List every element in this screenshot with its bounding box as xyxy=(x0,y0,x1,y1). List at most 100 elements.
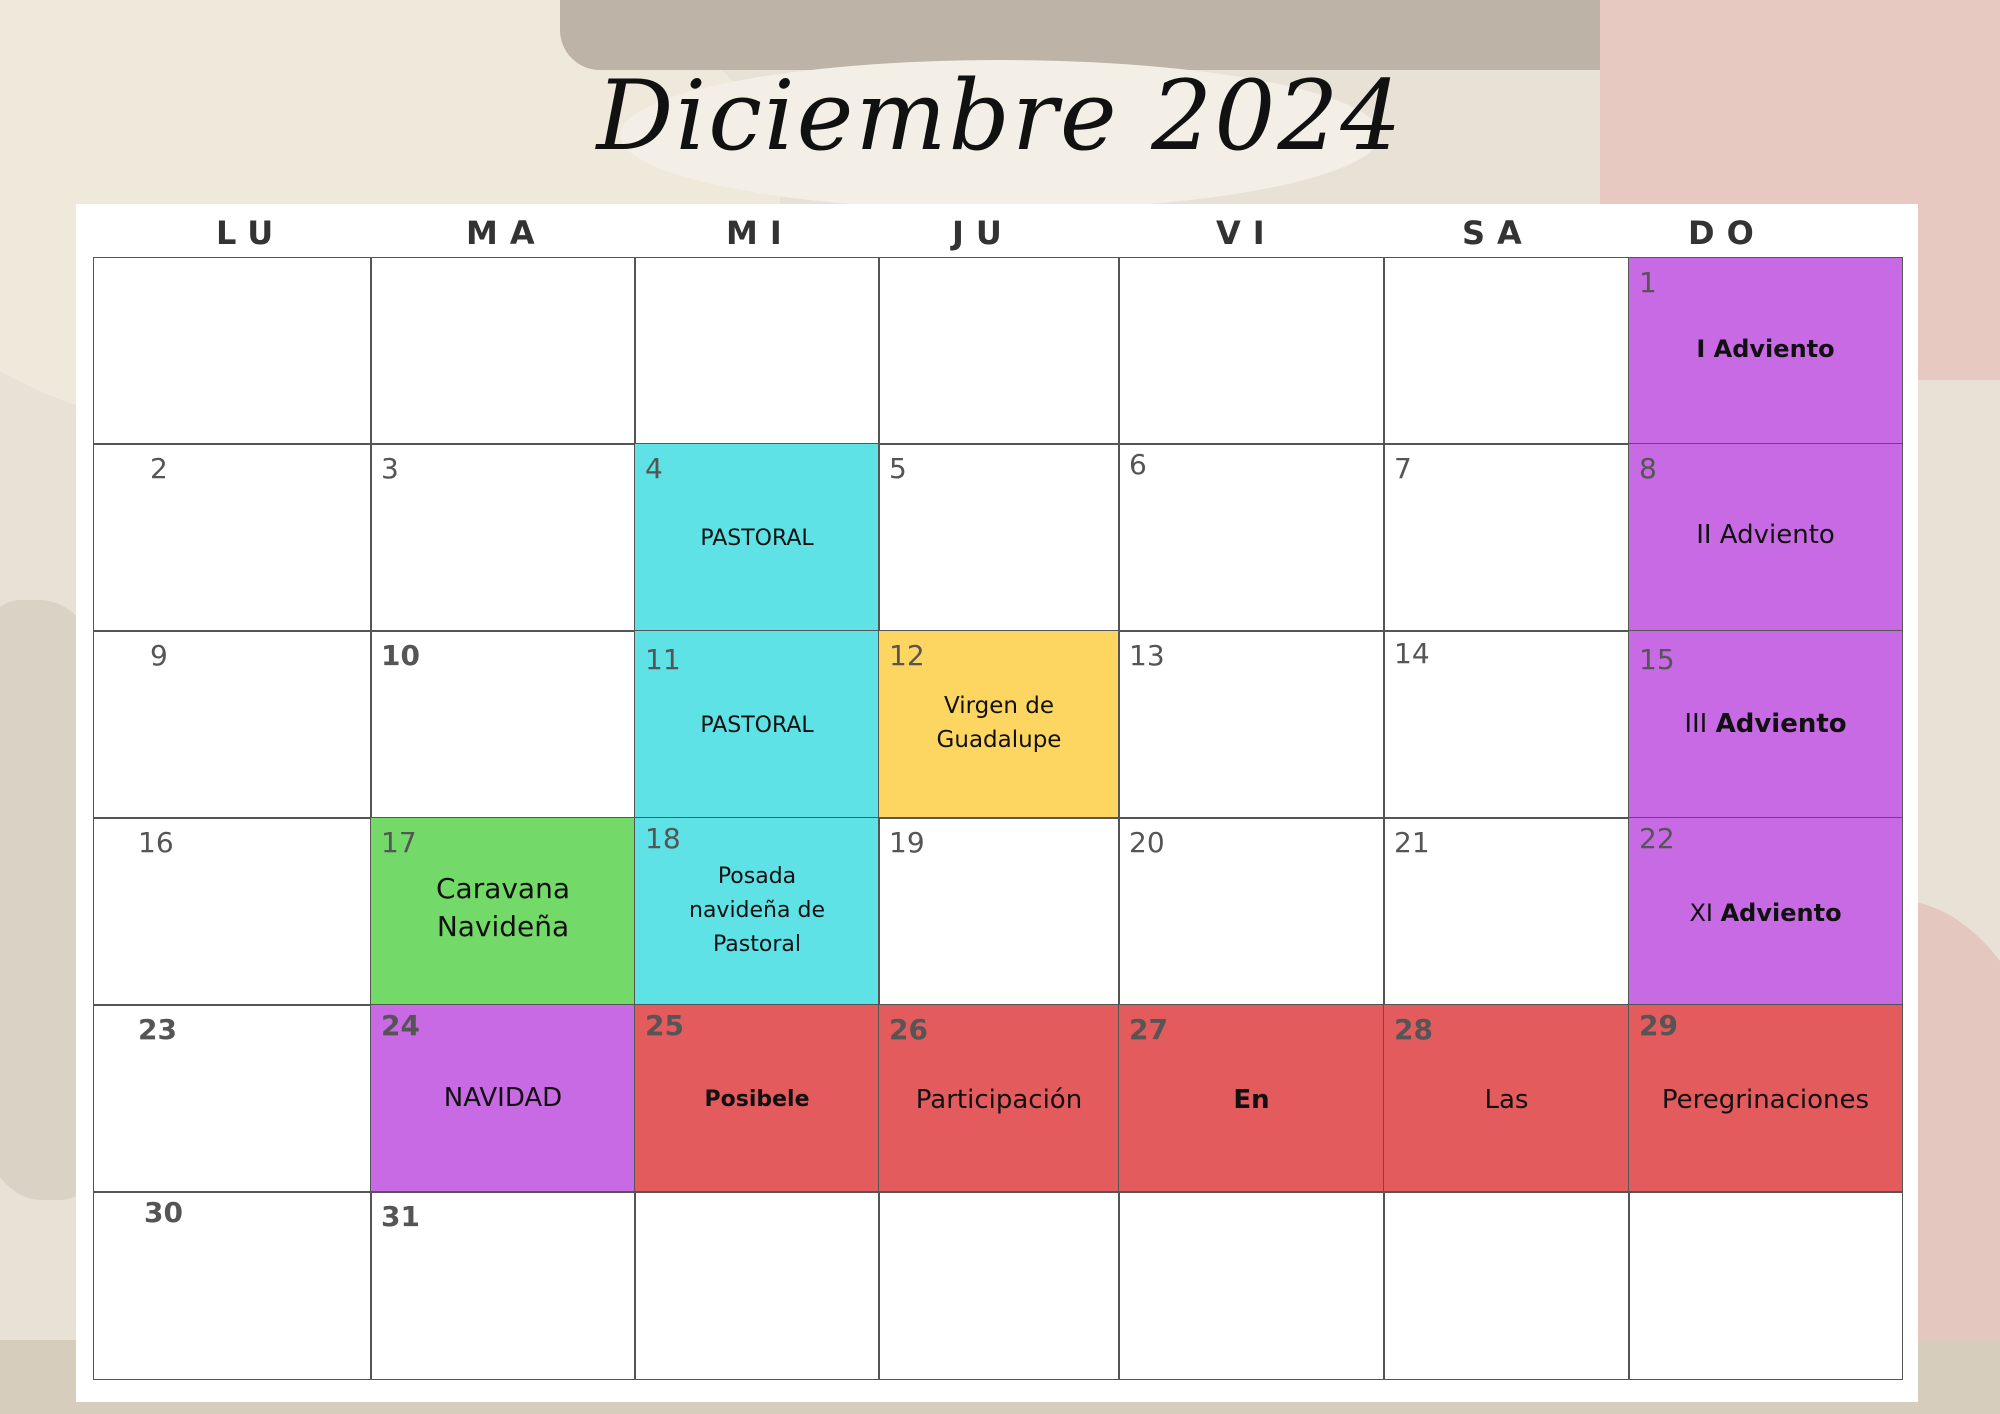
event-label: Posibele xyxy=(704,1087,810,1112)
weekday-friday: VI xyxy=(1216,214,1277,252)
day-number: 6 xyxy=(1129,448,1147,481)
day-number: 28 xyxy=(1394,1013,1433,1046)
day-cell-empty xyxy=(1118,1191,1385,1380)
day-cell-empty xyxy=(1383,257,1630,445)
day-cell-20[interactable]: 20 xyxy=(1118,817,1385,1006)
day-number: 14 xyxy=(1394,637,1430,670)
weekday-tuesday: MA xyxy=(466,214,547,252)
day-cell-22[interactable]: 22 XI Adviento xyxy=(1628,817,1903,1006)
day-cell-empty xyxy=(878,1191,1120,1380)
event-label-line: Posada xyxy=(717,864,797,889)
event-label-line: Virgen de xyxy=(943,693,1055,719)
event-label: NAVIDAD xyxy=(443,1083,563,1113)
day-cell-empty xyxy=(370,257,636,445)
day-number: 20 xyxy=(1129,826,1165,859)
event-label: XI Adviento xyxy=(1629,896,1902,930)
calendar-title: Diciembre 2024 xyxy=(596,60,1404,172)
day-cell-17[interactable]: 17 Caravana Navideña xyxy=(370,817,636,1006)
event-label-line: Guadalupe xyxy=(936,727,1062,753)
event-label: Las xyxy=(1484,1085,1529,1115)
day-number: 18 xyxy=(645,822,681,855)
event-label-line: Caravana xyxy=(435,872,570,905)
day-number: 22 xyxy=(1639,822,1675,855)
day-cell-26[interactable]: 26 Participación xyxy=(878,1004,1120,1193)
day-cell-30[interactable]: 30 xyxy=(93,1191,372,1380)
day-cell-12[interactable]: 12 Virgen de Guadalupe xyxy=(878,630,1120,819)
weekday-saturday: SA xyxy=(1462,214,1534,252)
event-label: PASTORAL xyxy=(700,526,814,551)
day-cell-19[interactable]: 19 xyxy=(878,817,1120,1006)
day-cell-16[interactable]: 16 xyxy=(93,817,372,1006)
event-label-line: Pastoral xyxy=(713,932,801,957)
day-number: 17 xyxy=(381,826,417,859)
event-label-line: Navideña xyxy=(436,910,570,943)
day-number: 23 xyxy=(138,1013,177,1046)
day-cell-14[interactable]: 14 xyxy=(1383,630,1630,819)
day-cell-7[interactable]: 7 xyxy=(1383,443,1630,632)
day-number: 5 xyxy=(889,452,907,485)
day-cell-empty xyxy=(1628,1191,1903,1380)
event-label: I Adviento xyxy=(1696,335,1835,363)
event-label: Participación xyxy=(915,1085,1083,1115)
day-number: 9 xyxy=(150,639,168,672)
day-cell-8[interactable]: 8 II Adviento xyxy=(1628,443,1903,632)
day-cell-27[interactable]: 27 En xyxy=(1118,1004,1385,1193)
day-cell-empty xyxy=(1383,1191,1630,1380)
day-cell-10[interactable]: 10 xyxy=(370,630,636,819)
event-label-prefix: XI xyxy=(1689,899,1713,927)
day-cell-empty xyxy=(878,257,1120,445)
day-number: 2 xyxy=(150,452,168,485)
day-cell-empty xyxy=(634,1191,880,1380)
day-cell-24[interactable]: 24 NAVIDAD xyxy=(370,1004,636,1193)
day-number: 7 xyxy=(1394,452,1412,485)
day-cell-28[interactable]: 28 Las xyxy=(1383,1004,1630,1193)
event-label-word: Adviento xyxy=(1720,899,1842,927)
event-label: En xyxy=(1233,1085,1270,1115)
day-cell-empty xyxy=(634,257,880,445)
day-cell-23[interactable]: 23 xyxy=(93,1004,372,1193)
day-number: 19 xyxy=(889,826,925,859)
day-cell-9[interactable]: 9 xyxy=(93,630,372,819)
day-number: 3 xyxy=(381,452,399,485)
day-cell-15[interactable]: 15 III Adviento xyxy=(1628,630,1903,819)
weekday-sunday: DO xyxy=(1688,214,1766,252)
day-cell-1[interactable]: 1 I Adviento xyxy=(1628,257,1903,445)
day-number: 13 xyxy=(1129,639,1165,672)
day-cell-18[interactable]: 18 Posada navideña de Pastoral xyxy=(634,817,880,1006)
day-number: 24 xyxy=(381,1009,420,1042)
day-cell-25[interactable]: 25 Posibele xyxy=(634,1004,880,1193)
day-number: 30 xyxy=(144,1196,183,1229)
event-label: PASTORAL xyxy=(700,713,814,738)
day-number: 10 xyxy=(381,639,420,672)
day-cell-21[interactable]: 21 xyxy=(1383,817,1630,1006)
day-cell-3[interactable]: 3 xyxy=(370,443,636,632)
day-cell-4[interactable]: 4 PASTORAL xyxy=(634,443,880,632)
day-number: 8 xyxy=(1639,452,1657,485)
day-number: 11 xyxy=(645,643,681,676)
weekday-thursday: JU xyxy=(952,214,1014,252)
day-cell-2[interactable]: 2 xyxy=(93,443,372,632)
day-cell-13[interactable]: 13 xyxy=(1118,630,1385,819)
event-label-prefix: III xyxy=(1684,709,1708,739)
day-cell-empty xyxy=(93,257,372,445)
day-number: 15 xyxy=(1639,643,1675,676)
day-number: 26 xyxy=(889,1013,928,1046)
day-number: 29 xyxy=(1639,1009,1678,1042)
event-label: III Adviento xyxy=(1629,707,1902,741)
day-number: 27 xyxy=(1129,1013,1168,1046)
event-label: Peregrinaciones xyxy=(1661,1085,1870,1115)
weekday-monday: LU xyxy=(216,214,286,252)
weekday-wednesday: MI xyxy=(726,214,794,252)
day-cell-29[interactable]: 29 Peregrinaciones xyxy=(1628,1004,1903,1193)
day-number: 25 xyxy=(645,1009,684,1042)
day-number: 1 xyxy=(1639,266,1657,299)
day-cell-31[interactable]: 31 xyxy=(370,1191,636,1380)
day-number: 21 xyxy=(1394,826,1430,859)
event-label: II Adviento xyxy=(1696,520,1835,550)
event-label-word: Adviento xyxy=(1715,709,1847,739)
event-label-line: navideña de xyxy=(689,898,825,923)
day-number: 31 xyxy=(381,1200,420,1233)
day-cell-5[interactable]: 5 xyxy=(878,443,1120,632)
day-cell-11[interactable]: 11 PASTORAL xyxy=(634,630,880,819)
day-cell-6[interactable]: 6 xyxy=(1118,443,1385,632)
